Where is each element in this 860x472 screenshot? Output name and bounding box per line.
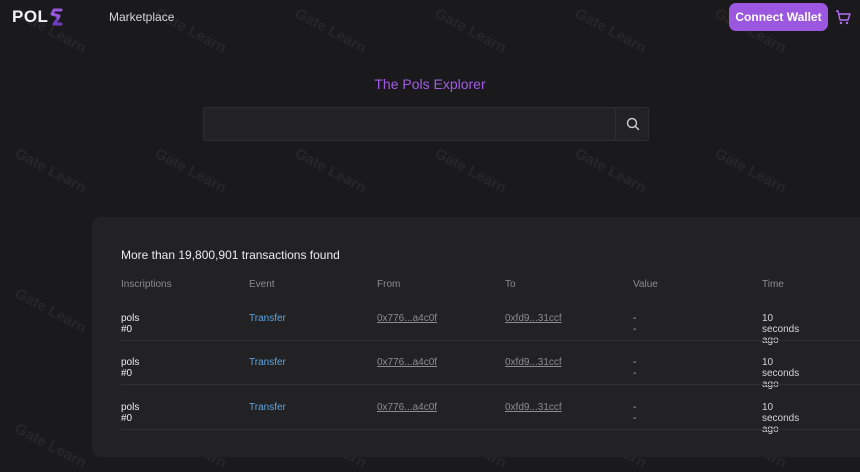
connect-wallet-button[interactable]: Connect Wallet	[729, 3, 828, 31]
value-cell: --	[633, 357, 637, 379]
value-cell: --	[633, 313, 637, 335]
page-title: The Pols Explorer	[374, 76, 486, 92]
inscription-cell: pols #0	[121, 313, 140, 335]
watermark: Gate Learn	[572, 145, 650, 197]
to-address-link[interactable]: 0xfd9...31ccf	[505, 313, 562, 324]
results-count: More than 19,800,901 transactions found	[121, 248, 340, 262]
from-address-link[interactable]: 0x776...a4c0f	[377, 313, 437, 324]
watermark: Gate Learn	[432, 145, 510, 197]
column-header-time: Time	[762, 279, 784, 290]
event-link[interactable]: Transfer	[249, 357, 286, 368]
row-divider	[121, 429, 860, 430]
from-address-link[interactable]: 0x776...a4c0f	[377, 402, 437, 413]
watermark: Gate Learn	[292, 145, 370, 197]
column-header-inscriptions: Inscriptions	[121, 279, 172, 290]
time-cell: 10 seconds ago	[762, 357, 800, 390]
search-icon	[626, 117, 639, 131]
column-header-to: To	[505, 279, 516, 290]
column-header-from: From	[377, 279, 401, 290]
inscription-cell: pols #0	[121, 357, 140, 379]
event-link[interactable]: Transfer	[249, 402, 286, 413]
logo-text: POL	[12, 7, 49, 26]
column-header-value: Value	[633, 279, 658, 290]
event-link[interactable]: Transfer	[249, 313, 286, 324]
time-cell: 10 seconds ago	[762, 313, 800, 346]
top-navbar: POL Marketplace Connect Wallet	[0, 0, 860, 34]
row-divider	[121, 384, 860, 385]
search-bar	[203, 107, 649, 141]
to-address-link[interactable]: 0xfd9...31ccf	[505, 402, 562, 413]
pols-logo[interactable]: POL	[12, 7, 64, 27]
search-input[interactable]	[204, 108, 615, 140]
value-cell: --	[633, 402, 637, 424]
watermark: Gate Learn	[12, 145, 90, 197]
watermark: Gate Learn	[12, 420, 90, 472]
cart-icon[interactable]	[835, 9, 851, 25]
watermark: Gate Learn	[12, 285, 90, 337]
to-address-link[interactable]: 0xfd9...31ccf	[505, 357, 562, 368]
nav-marketplace-link[interactable]: Marketplace	[109, 10, 174, 24]
column-header-event: Event	[249, 279, 275, 290]
logo-s-mark-icon	[50, 8, 63, 26]
from-address-link[interactable]: 0x776...a4c0f	[377, 357, 437, 368]
search-button[interactable]	[615, 108, 649, 140]
row-divider	[121, 340, 860, 341]
watermark: Gate Learn	[152, 145, 230, 197]
watermark: Gate Learn	[712, 145, 790, 197]
time-cell: 10 seconds ago	[762, 402, 800, 435]
inscription-cell: pols #0	[121, 402, 140, 424]
